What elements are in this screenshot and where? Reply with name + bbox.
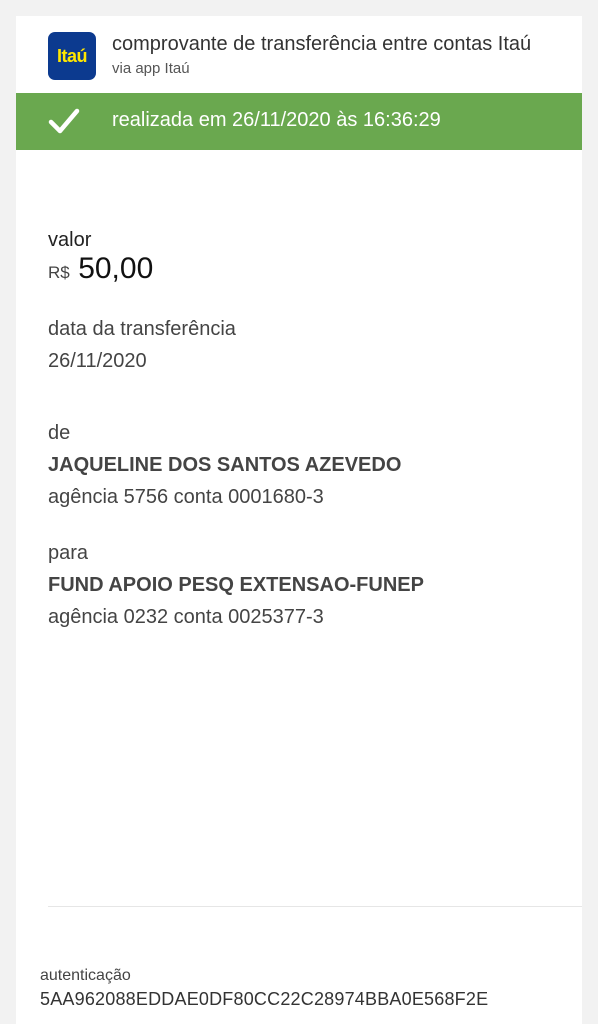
authentication-code: 5AA962088EDDAE0DF80CC22C28974BBA0E568F2E (40, 989, 489, 1009)
amount-label: valor (48, 229, 92, 251)
recipient-account: agência 0232 conta 0025377-3 (48, 606, 324, 628)
sender-name: JAQUELINE DOS SANTOS AZEVEDO (48, 454, 402, 476)
recipient-name: FUND APOIO PESQ EXTENSAO-FUNEP (48, 574, 424, 596)
receipt-title: comprovante de transferência entre conta… (112, 33, 532, 55)
receipt-header: Itaú comprovante de transferência entre … (16, 16, 582, 93)
sender-account: agência 5756 conta 0001680-3 (48, 486, 324, 508)
itau-logo: Itaú (48, 32, 96, 80)
itau-logo-text: Itaú (56, 45, 88, 66)
transfer-date-value: 26/11/2020 (48, 350, 147, 372)
receipt-card: Itaú comprovante de transferência entre … (16, 16, 582, 1024)
currency-symbol: R$ (48, 263, 70, 282)
receipt-subtitle: via app Itaú (112, 60, 190, 77)
status-text: realizada em 26/11/2020 às 16:36:29 (112, 109, 441, 131)
recipient-label: para (48, 542, 89, 564)
sender-label: de (48, 422, 71, 444)
amount-number: 50,00 (78, 252, 154, 285)
amount-value: R$ 50,00 (48, 252, 153, 286)
transfer-date-label: data da transferência (48, 318, 236, 340)
status-banner: realizada em 26/11/2020 às 16:36:29 (16, 93, 582, 150)
checkmark-icon (48, 108, 80, 134)
divider (48, 906, 582, 907)
authentication-label: autenticação (40, 967, 131, 984)
